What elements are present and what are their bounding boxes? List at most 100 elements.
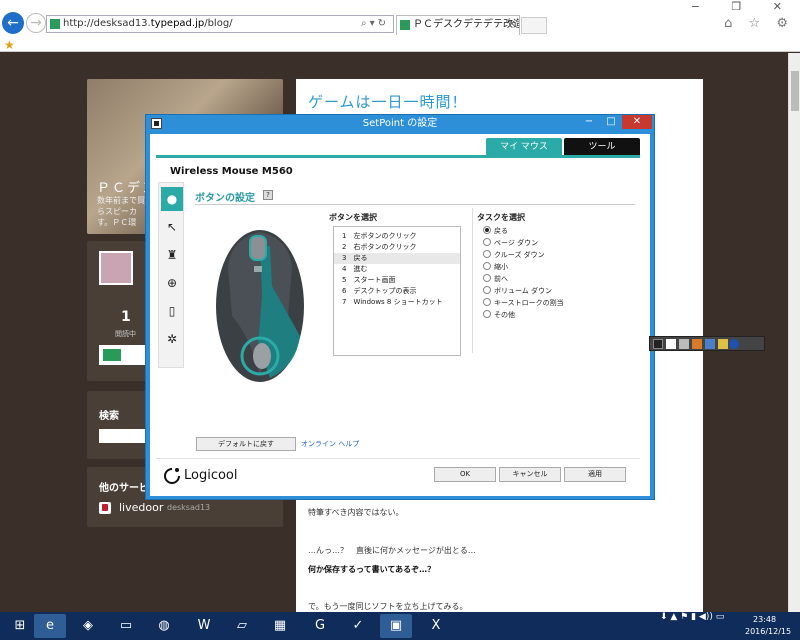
mouse-settings-tab-icon[interactable]: ⊕ [161, 271, 183, 295]
window-controls[interactable]: − ❐ ✕ [691, 0, 796, 13]
system-tray[interactable]: ⬇ ▲ ⚑ ▮ ◀)) ▭ [660, 612, 724, 640]
tab-tools[interactable]: ツール [564, 138, 640, 156]
globe-icon[interactable]: ◍ [148, 614, 180, 638]
forward-button[interactable]: → [26, 13, 46, 33]
radio-icon[interactable] [483, 274, 491, 282]
tab-my-mouse[interactable]: マイ マウス [486, 138, 562, 156]
task-option[interactable]: クルーズ ダウン [483, 249, 545, 261]
paragraph: …んっ…？ 直後に何かメッセージが出とる… [308, 546, 476, 555]
radio-icon[interactable] [483, 286, 491, 294]
visit-label: 閲読中 [115, 330, 136, 338]
task-option[interactable]: 戻る [483, 225, 508, 237]
advanced-tab-icon[interactable]: ✲ [161, 327, 183, 351]
tab-close-icon[interactable]: ✕ [508, 16, 516, 34]
radio-icon[interactable] [483, 238, 491, 246]
reader-button[interactable] [99, 345, 145, 365]
floating-toolbar [649, 336, 765, 351]
calculator-icon[interactable]: ▦ [264, 614, 296, 638]
toolbar-icon[interactable] [705, 339, 715, 349]
setpoint-task-icon[interactable]: ▣ [380, 614, 412, 638]
notepad-icon[interactable]: ▱ [226, 614, 258, 638]
scroll-wheel[interactable] [249, 235, 267, 261]
radio-icon[interactable] [483, 250, 491, 258]
folder-icon[interactable]: ▭ [110, 614, 142, 638]
task-option[interactable]: キーストロークの割当 [483, 297, 564, 309]
service-name[interactable]: livedoor [119, 501, 163, 514]
task-option[interactable]: その他 [483, 309, 515, 321]
clock-date[interactable]: 2016/12/15 [745, 627, 791, 636]
radio-icon[interactable] [483, 262, 491, 270]
browser-tab[interactable]: ＰＣデスクデテデテ改造記 ✕ [396, 15, 520, 35]
word-icon[interactable]: W [188, 614, 220, 638]
task-option-label: 前へ [494, 275, 508, 283]
setpoint-app-icon [151, 118, 162, 129]
mouse-illustration [216, 230, 304, 382]
avatar[interactable] [99, 251, 133, 285]
radio-icon[interactable] [483, 298, 491, 306]
list-item[interactable]: 4 進む [334, 264, 460, 275]
toolbar-icon[interactable] [666, 339, 676, 349]
battery-tab-icon[interactable]: ▯ [161, 299, 183, 323]
home-fav-settings-icons[interactable]: ⌂ ☆ ⚙ [724, 16, 794, 31]
page-scrollbar[interactable] [788, 53, 800, 612]
apply-button[interactable]: 適用 [564, 467, 626, 482]
windows-start-icon[interactable]: ⊞ [4, 614, 36, 638]
maximize-button[interactable]: □ [600, 115, 622, 131]
ok-button[interactable]: OK [434, 467, 496, 482]
toolbar-icon[interactable] [692, 339, 702, 349]
desc-line: らスピーカ [97, 207, 137, 216]
toolbar-icon[interactable] [679, 339, 689, 349]
chevron-down-icon[interactable]: ⌄ [282, 164, 290, 175]
list-item[interactable]: 7 Windows 8 ショートカット [334, 297, 460, 308]
help-icon[interactable] [729, 339, 739, 349]
search-title: 検索 [99, 411, 119, 422]
help-icon[interactable]: ? [263, 190, 273, 200]
task-option[interactable]: ボリューム ダウン [483, 285, 552, 297]
list-item[interactable]: 6 デスクトップの表示 [334, 286, 460, 297]
clock-time[interactable]: 23:48 [753, 615, 776, 624]
search-input[interactable] [99, 429, 145, 443]
task-option-label: その他 [494, 311, 515, 319]
task-option[interactable]: ページ ダウン [483, 237, 538, 249]
norton-icon[interactable]: ✓ [342, 614, 374, 638]
close-button[interactable]: ✕ [622, 115, 652, 129]
scrollbar-thumb[interactable] [791, 71, 799, 111]
post-title[interactable]: ゲームは一日一時間！ [308, 91, 468, 112]
device-name[interactable]: Wireless Mouse M560 [170, 166, 293, 177]
excel-icon[interactable]: X [420, 614, 452, 638]
list-item[interactable]: 1 左ボタンのクリック [334, 231, 460, 242]
list-item[interactable]: 3 戻る [334, 253, 460, 264]
url-host: typepad.jp [150, 18, 205, 29]
toolbar-icon[interactable] [653, 339, 663, 349]
cancel-button[interactable]: キャンセル [499, 467, 561, 482]
address-bar[interactable]: http://desksad13.typepad.jp/blog/ ⌕▾↻ [46, 15, 394, 33]
restore-default-button[interactable]: デフォルトに戻す [196, 437, 296, 451]
mouse-buttons-tab-icon[interactable]: ● [161, 187, 183, 211]
ie-icon[interactable]: e [34, 614, 66, 638]
list-item[interactable]: 5 スタート画面 [334, 275, 460, 286]
tab-favicon-icon [400, 20, 410, 30]
task-option[interactable]: 縮小 [483, 261, 508, 273]
online-help-link[interactable]: オンライン ヘルプ [301, 439, 359, 449]
radio-icon[interactable] [483, 310, 491, 318]
list-item[interactable]: 2 右ボタンのクリック [334, 242, 460, 253]
button-list[interactable]: 1 左ボタンのクリック 2 右ボタンのクリック 3 戻る 4 進む 5 スタート… [333, 226, 461, 356]
pointer-tab-icon[interactable]: ↖ [161, 215, 183, 239]
thumb-button[interactable] [253, 343, 271, 369]
dialog-titlebar[interactable]: SetPoint の設定 − □ ✕ [146, 115, 654, 133]
section-divider [195, 204, 635, 205]
taskbar: ⊞ e ◈ ▭ ◍ W ▱ ▦ G ✓ ▣ X ⬇ ▲ ⚑ ▮ ◀)) ▭ [0, 612, 800, 640]
footer-divider [156, 458, 640, 459]
search-refresh-icons[interactable]: ⌕▾↻ [361, 16, 389, 32]
logitech-g-icon[interactable]: G [304, 614, 336, 638]
minimize-button[interactable]: − [578, 115, 600, 131]
game-tab-icon[interactable]: ♜ [161, 243, 183, 267]
toolbar-icon[interactable] [718, 339, 728, 349]
favorites-star-icon[interactable]: ★ [4, 38, 15, 52]
radio-selected-icon[interactable] [483, 226, 491, 234]
app-icon[interactable]: ◈ [72, 614, 104, 638]
new-tab-button[interactable] [521, 17, 547, 34]
logicool-mark-icon [164, 468, 180, 484]
task-option[interactable]: 前へ [483, 273, 508, 285]
back-button[interactable]: ← [2, 12, 24, 34]
